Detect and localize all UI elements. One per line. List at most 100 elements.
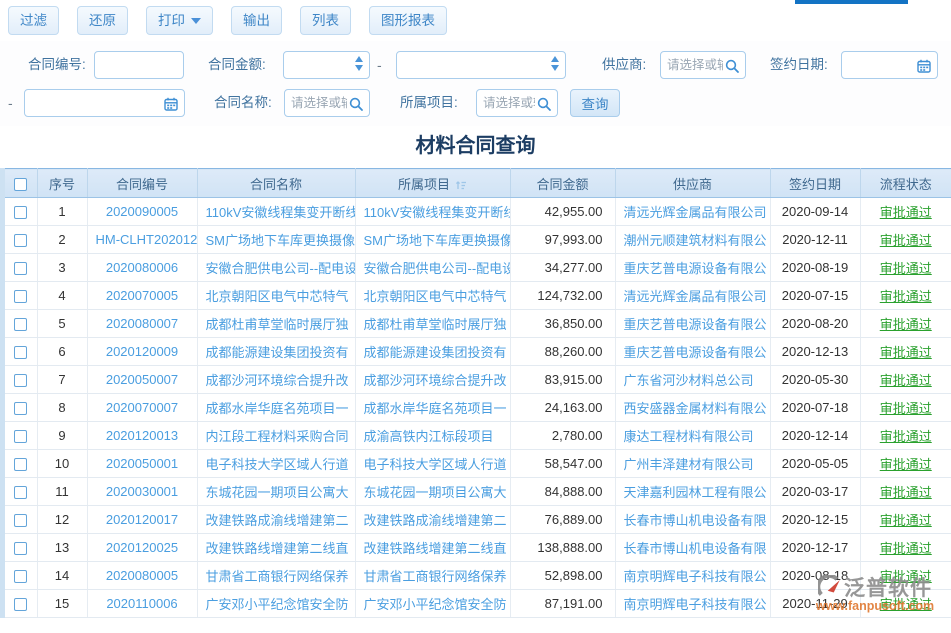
table-row[interactable]: 1 2020090005 110kV安徽线程集变开断线 110kV安徽线程集变开… [5,198,951,226]
contract-no-link[interactable]: 2020050001 [87,450,197,478]
header-contract-name[interactable]: 合同名称 [197,169,355,198]
row-checkbox[interactable] [14,458,27,471]
project-link[interactable]: 成都杜甫草堂临时展厅独 [355,310,510,338]
contract-no-link[interactable]: 2020030001 [87,478,197,506]
amount-max-stepper[interactable] [551,56,559,71]
contract-no-link[interactable]: 2020120025 [87,534,197,562]
table-row[interactable]: 9 2020120013 内江段工程材料采购合同 成渝高铁内江标段项目 2,78… [5,422,951,450]
contract-name-link[interactable]: 成都水岸华庭名苑项目一 [197,394,355,422]
supplier-link[interactable]: 广东省河沙材料总公司 [615,366,770,394]
supplier-link[interactable]: 康达工程材料有限公司 [615,422,770,450]
row-checkbox[interactable] [14,262,27,275]
amount-min-stepper[interactable] [355,56,363,71]
contract-no-link[interactable]: 2020110006 [87,590,197,618]
contract-no-link[interactable]: 2020080006 [87,254,197,282]
list-button[interactable]: 列表 [300,6,351,35]
project-link[interactable]: 安徽合肥供电公司--配电设 [355,254,510,282]
row-checkbox[interactable] [14,430,27,443]
row-checkbox[interactable] [14,374,27,387]
search-icon[interactable] [536,96,552,112]
contract-name-link[interactable]: 内江段工程材料采购合同 [197,422,355,450]
supplier-link[interactable]: 重庆艺普电源设备有限公 [615,338,770,366]
select-all-checkbox[interactable] [14,178,27,191]
supplier-link[interactable]: 清远光辉金属品有限公司 [615,282,770,310]
table-row[interactable]: 7 2020050007 成都沙河环境综合提升改 成都沙河环境综合提升改 83,… [5,366,951,394]
status-badge[interactable]: 审批通过 [880,205,932,220]
header-contract-no[interactable]: 合同编号 [87,169,197,198]
contract-no-link[interactable]: 2020070007 [87,394,197,422]
row-checkbox[interactable] [14,598,27,611]
supplier-link[interactable]: 长春市博山机电设备有限 [615,534,770,562]
table-row[interactable]: 13 2020120025 改建铁路线增建第二线直 改建铁路线增建第二线直 13… [5,534,951,562]
supplier-link[interactable]: 广州丰泽建材有限公司 [615,450,770,478]
contract-name-link[interactable]: 广安邓小平纪念馆安全防 [197,590,355,618]
restore-button[interactable]: 还原 [77,6,128,35]
supplier-link[interactable]: 西安盛器金属材料有限公 [615,394,770,422]
print-button[interactable]: 打印 [146,6,213,35]
status-badge[interactable]: 审批通过 [880,569,932,584]
project-link[interactable]: 电子科技大学区域人行道 [355,450,510,478]
sort-icon[interactable] [455,179,467,191]
filter-button[interactable]: 过滤 [8,6,59,35]
contract-name-link[interactable]: 东城花园一期项目公寓大 [197,478,355,506]
sign-date-to-input[interactable] [25,90,184,116]
row-checkbox[interactable] [14,486,27,499]
contract-no-input[interactable] [95,52,183,78]
project-link[interactable]: 成都水岸华庭名苑项目一 [355,394,510,422]
contract-name-link[interactable]: SM广场地下车库更换摄像 [197,226,355,254]
export-button[interactable]: 输出 [231,6,282,35]
contract-name-link[interactable]: 北京朝阳区电气中芯特气 [197,282,355,310]
supplier-link[interactable]: 南京明辉电子科技有限公 [615,590,770,618]
status-badge[interactable]: 审批通过 [880,429,932,444]
status-badge[interactable]: 审批通过 [880,485,932,500]
header-status[interactable]: 流程状态 [860,169,951,198]
project-link[interactable]: 东城花园一期项目公寓大 [355,478,510,506]
search-icon[interactable] [724,58,740,74]
project-link[interactable]: 成都能源建设集团投资有 [355,338,510,366]
supplier-link[interactable]: 天津嘉利园林工程有限公 [615,478,770,506]
status-badge[interactable]: 审批通过 [880,233,932,248]
status-badge[interactable]: 审批通过 [880,289,932,304]
header-project[interactable]: 所属项目 [355,169,510,198]
contract-no-link[interactable]: 2020080005 [87,562,197,590]
contract-name-link[interactable]: 电子科技大学区域人行道 [197,450,355,478]
contract-name-link[interactable]: 改建铁路线增建第二线直 [197,534,355,562]
supplier-link[interactable]: 清远光辉金属品有限公司 [615,198,770,226]
header-amount[interactable]: 合同金额 [510,169,615,198]
status-badge[interactable]: 审批通过 [880,513,932,528]
supplier-link[interactable]: 重庆艺普电源设备有限公 [615,310,770,338]
table-row[interactable]: 8 2020070007 成都水岸华庭名苑项目一 成都水岸华庭名苑项目一 24,… [5,394,951,422]
contract-no-link[interactable]: 2020120017 [87,506,197,534]
table-row[interactable]: 10 2020050001 电子科技大学区域人行道 电子科技大学区域人行道 58… [5,450,951,478]
project-link[interactable]: 110kV安徽线程集变开断线 [355,198,510,226]
contract-no-link[interactable]: 2020120013 [87,422,197,450]
status-badge[interactable]: 审批通过 [880,457,932,472]
search-icon[interactable] [348,96,364,112]
table-row[interactable]: 12 2020120017 改建铁路成渝线增建第二 改建铁路成渝线增建第二 76… [5,506,951,534]
row-checkbox[interactable] [14,542,27,555]
contract-no-link[interactable]: 2020070005 [87,282,197,310]
status-badge[interactable]: 审批通过 [880,261,932,276]
contract-name-link[interactable]: 110kV安徽线程集变开断线 [197,198,355,226]
calendar-icon[interactable] [163,96,179,112]
project-link[interactable]: 改建铁路成渝线增建第二 [355,506,510,534]
contract-name-link[interactable]: 成都能源建设集团投资有 [197,338,355,366]
contract-name-link[interactable]: 成都沙河环境综合提升改 [197,366,355,394]
table-row[interactable]: 6 2020120009 成都能源建设集团投资有 成都能源建设集团投资有 88,… [5,338,951,366]
row-checkbox[interactable] [14,318,27,331]
contract-name-link[interactable]: 甘肃省工商银行网络保养 [197,562,355,590]
contract-name-link[interactable]: 改建铁路成渝线增建第二 [197,506,355,534]
chart-report-button[interactable]: 图形报表 [369,6,447,35]
project-link[interactable]: 北京朝阳区电气中芯特气 [355,282,510,310]
project-link[interactable]: 广安邓小平纪念馆安全防 [355,590,510,618]
table-row[interactable]: 4 2020070005 北京朝阳区电气中芯特气 北京朝阳区电气中芯特气 124… [5,282,951,310]
status-badge[interactable]: 审批通过 [880,401,932,416]
table-row[interactable]: 3 2020080006 安徽合肥供电公司--配电设 安徽合肥供电公司--配电设… [5,254,951,282]
table-row[interactable]: 5 2020080007 成都杜甫草堂临时展厅独 成都杜甫草堂临时展厅独 36,… [5,310,951,338]
project-link[interactable]: 成都沙河环境综合提升改 [355,366,510,394]
status-badge[interactable]: 审批通过 [880,345,932,360]
query-button[interactable]: 查询 [570,89,620,117]
contract-name-link[interactable]: 安徽合肥供电公司--配电设 [197,254,355,282]
project-link[interactable]: 甘肃省工商银行网络保养 [355,562,510,590]
table-row[interactable]: 15 2020110006 广安邓小平纪念馆安全防 广安邓小平纪念馆安全防 87… [5,590,951,618]
